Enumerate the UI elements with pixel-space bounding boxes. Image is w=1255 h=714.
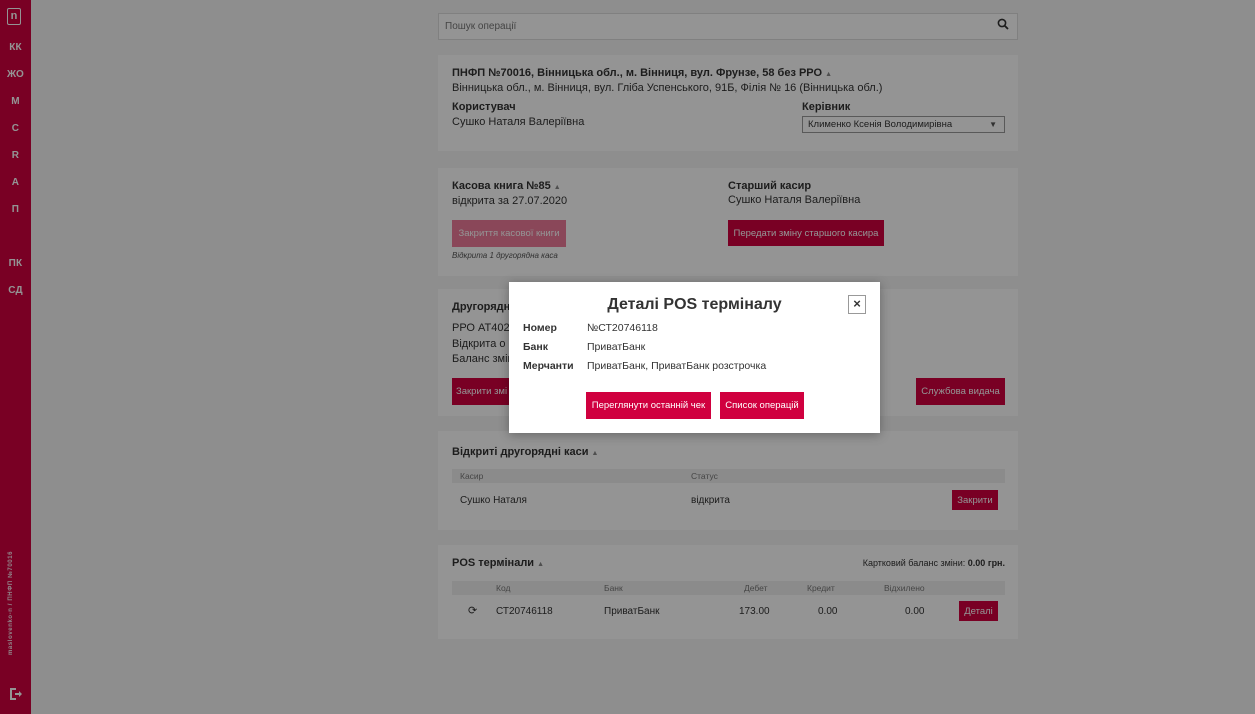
- modal-title: Деталі POS терміналу: [607, 296, 782, 313]
- view-last-check-button[interactable]: Переглянути останній чек: [586, 392, 711, 419]
- merchants-value: ПриватБанк, ПриватБанк розстрочка: [587, 360, 767, 372]
- merchants-label: Мерчанти: [523, 360, 574, 372]
- operations-list-button[interactable]: Список операцій: [720, 392, 804, 419]
- number-value: №СТ20746118: [587, 322, 658, 334]
- bank-value: ПриватБанк: [587, 341, 646, 353]
- close-icon[interactable]: ×: [848, 295, 866, 314]
- number-label: Номер: [523, 322, 557, 334]
- pos-details-modal: Деталі POS терміналу × Номер №СТ20746118…: [509, 282, 880, 433]
- bank-label: Банк: [523, 341, 548, 353]
